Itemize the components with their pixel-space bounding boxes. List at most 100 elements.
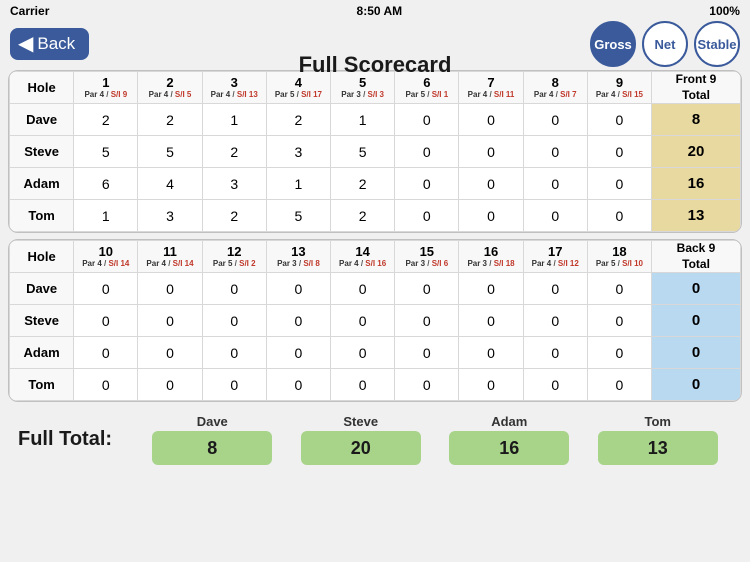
f9-dave-s2[interactable]: 2 [138, 104, 202, 136]
b9-adam-s15[interactable]: 0 [395, 337, 459, 369]
b9-dave-s15[interactable]: 0 [395, 273, 459, 305]
f9-adam-s8[interactable]: 0 [523, 168, 587, 200]
f9-tom-s7[interactable]: 0 [459, 200, 523, 232]
b9-hole-18: 18 Par 5 / S/I 10 [587, 241, 651, 273]
b9-tom-s17[interactable]: 0 [523, 369, 587, 401]
b9-steve-s17[interactable]: 0 [523, 305, 587, 337]
f9-dave-s3[interactable]: 1 [202, 104, 266, 136]
f9-steve-s3[interactable]: 2 [202, 136, 266, 168]
time-label: 8:50 AM [357, 4, 403, 18]
full-total-tom: Tom 13 [584, 414, 733, 465]
f9-tom-s6[interactable]: 0 [395, 200, 459, 232]
b9-dave-s17[interactable]: 0 [523, 273, 587, 305]
f9-dave-row: Dave 2 2 1 2 1 0 0 0 0 8 [10, 104, 741, 136]
full-total-steve: Steve 20 [287, 414, 436, 465]
f9-adam-s2[interactable]: 4 [138, 168, 202, 200]
b9-steve-s12[interactable]: 0 [202, 305, 266, 337]
f9-adam-s6[interactable]: 0 [395, 168, 459, 200]
b9-adam-s16[interactable]: 0 [459, 337, 523, 369]
b9-adam-s11[interactable]: 0 [138, 337, 202, 369]
b9-adam-s18[interactable]: 0 [587, 337, 651, 369]
b9-tom-s13[interactable]: 0 [266, 369, 330, 401]
f9-dave-s8[interactable]: 0 [523, 104, 587, 136]
b9-steve-s10[interactable]: 0 [74, 305, 138, 337]
b9-dave-s13[interactable]: 0 [266, 273, 330, 305]
f9-dave-total: 8 [652, 104, 741, 136]
b9-steve-s15[interactable]: 0 [395, 305, 459, 337]
gross-button[interactable]: Gross [590, 21, 636, 67]
back-button[interactable]: ◀ Back [10, 28, 89, 60]
b9-dave-s12[interactable]: 0 [202, 273, 266, 305]
f9-steve-s4[interactable]: 3 [266, 136, 330, 168]
f9-adam-s5[interactable]: 2 [331, 168, 395, 200]
b9-adam-s10[interactable]: 0 [74, 337, 138, 369]
f9-adam-s1[interactable]: 6 [74, 168, 138, 200]
b9-adam-s12[interactable]: 0 [202, 337, 266, 369]
f9-steve-s5[interactable]: 5 [331, 136, 395, 168]
f9-adam-s9[interactable]: 0 [587, 168, 651, 200]
f9-tom-s9[interactable]: 0 [587, 200, 651, 232]
f9-steve-s1[interactable]: 5 [74, 136, 138, 168]
b9-dave-s16[interactable]: 0 [459, 273, 523, 305]
b9-dave-s11[interactable]: 0 [138, 273, 202, 305]
f9-dave-s4[interactable]: 2 [266, 104, 330, 136]
f9-steve-s2[interactable]: 5 [138, 136, 202, 168]
b9-hole-12: 12 Par 5 / S/I 2 [202, 241, 266, 273]
back-label: Back [37, 34, 75, 54]
f9-dave-s9[interactable]: 0 [587, 104, 651, 136]
f9-dave-s5[interactable]: 1 [331, 104, 395, 136]
back9-table: Hole 10 Par 4 / S/I 14 11 Par 4 / S/I 14… [9, 240, 741, 401]
b9-steve-s14[interactable]: 0 [331, 305, 395, 337]
f9-dave-s6[interactable]: 0 [395, 104, 459, 136]
b9-steve-s13[interactable]: 0 [266, 305, 330, 337]
f9-hole-8: 8 Par 4 / S/I 7 [523, 72, 587, 104]
b9-steve-label: Steve [10, 305, 74, 337]
b9-steve-total: 0 [652, 305, 741, 337]
net-button[interactable]: Net [642, 21, 688, 67]
b9-adam-s14[interactable]: 0 [331, 337, 395, 369]
b9-hole-header-label: Hole [10, 241, 74, 273]
b9-steve-s18[interactable]: 0 [587, 305, 651, 337]
f9-tom-s3[interactable]: 2 [202, 200, 266, 232]
b9-tom-s18[interactable]: 0 [587, 369, 651, 401]
b9-tom-s16[interactable]: 0 [459, 369, 523, 401]
b9-steve-s11[interactable]: 0 [138, 305, 202, 337]
b9-adam-s13[interactable]: 0 [266, 337, 330, 369]
b9-tom-s12[interactable]: 0 [202, 369, 266, 401]
f9-hole-9: 9 Par 4 / S/I 15 [587, 72, 651, 104]
b9-dave-s10[interactable]: 0 [74, 273, 138, 305]
b9-hole-17: 17 Par 4 / S/I 12 [523, 241, 587, 273]
b9-dave-total: 0 [652, 273, 741, 305]
f9-tom-s5[interactable]: 2 [331, 200, 395, 232]
stable-button[interactable]: Stable [694, 21, 740, 67]
b9-dave-s14[interactable]: 0 [331, 273, 395, 305]
f9-adam-s3[interactable]: 3 [202, 168, 266, 200]
b9-dave-s18[interactable]: 0 [587, 273, 651, 305]
f9-adam-s4[interactable]: 1 [266, 168, 330, 200]
f9-tom-s1[interactable]: 1 [74, 200, 138, 232]
b9-tom-s15[interactable]: 0 [395, 369, 459, 401]
f9-tom-s8[interactable]: 0 [523, 200, 587, 232]
front9-total-header: Front 9Total [652, 72, 741, 104]
f9-dave-s1[interactable]: 2 [74, 104, 138, 136]
b9-tom-row: Tom 0 0 0 0 0 0 0 0 0 0 [10, 369, 741, 401]
f9-adam-s7[interactable]: 0 [459, 168, 523, 200]
f9-steve-s6[interactable]: 0 [395, 136, 459, 168]
b9-adam-row: Adam 0 0 0 0 0 0 0 0 0 0 [10, 337, 741, 369]
f9-steve-s8[interactable]: 0 [523, 136, 587, 168]
b9-steve-s16[interactable]: 0 [459, 305, 523, 337]
f9-hole-1: 1 Par 4 / S/I 9 [74, 72, 138, 104]
f9-dave-s7[interactable]: 0 [459, 104, 523, 136]
back9-total-header: Back 9Total [652, 241, 741, 273]
b9-adam-s17[interactable]: 0 [523, 337, 587, 369]
b9-tom-s14[interactable]: 0 [331, 369, 395, 401]
b9-tom-label: Tom [10, 369, 74, 401]
f9-steve-s7[interactable]: 0 [459, 136, 523, 168]
f9-tom-s2[interactable]: 3 [138, 200, 202, 232]
front9-section: Hole 1 Par 4 / S/I 9 2 Par 4 / S/I 5 3 P… [8, 70, 742, 233]
f9-steve-s9[interactable]: 0 [587, 136, 651, 168]
b9-tom-s10[interactable]: 0 [74, 369, 138, 401]
b9-tom-s11[interactable]: 0 [138, 369, 202, 401]
f9-tom-s4[interactable]: 5 [266, 200, 330, 232]
b9-steve-row: Steve 0 0 0 0 0 0 0 0 0 0 [10, 305, 741, 337]
